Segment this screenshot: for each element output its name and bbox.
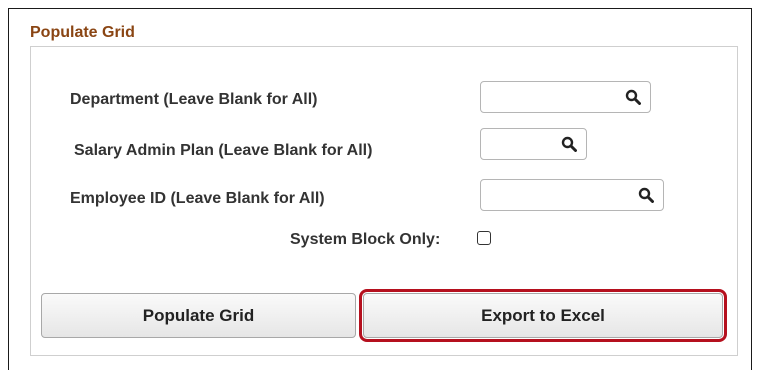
employee-id-lookup <box>480 179 664 211</box>
system-block-only-label: System Block Only: <box>290 231 441 248</box>
section-title: Populate Grid <box>30 24 135 41</box>
system-block-only-checkbox[interactable] <box>477 231 491 245</box>
search-icon[interactable] <box>638 187 654 203</box>
salary-admin-plan-field[interactable] <box>481 129 556 159</box>
department-field[interactable] <box>481 82 620 112</box>
employee-id-field[interactable] <box>481 180 633 210</box>
salary-admin-plan-label: Salary Admin Plan (Leave Blank for All) <box>74 142 373 159</box>
department-label: Department (Leave Blank for All) <box>70 91 318 108</box>
export-to-excel-button[interactable]: Export to Excel <box>359 289 727 342</box>
department-lookup <box>480 81 651 113</box>
populate-grid-button[interactable]: Populate Grid <box>41 293 356 338</box>
search-icon[interactable] <box>625 89 641 105</box>
employee-id-label: Employee ID (Leave Blank for All) <box>70 190 325 207</box>
search-icon[interactable] <box>561 136 577 152</box>
salary-admin-plan-lookup <box>480 128 587 160</box>
